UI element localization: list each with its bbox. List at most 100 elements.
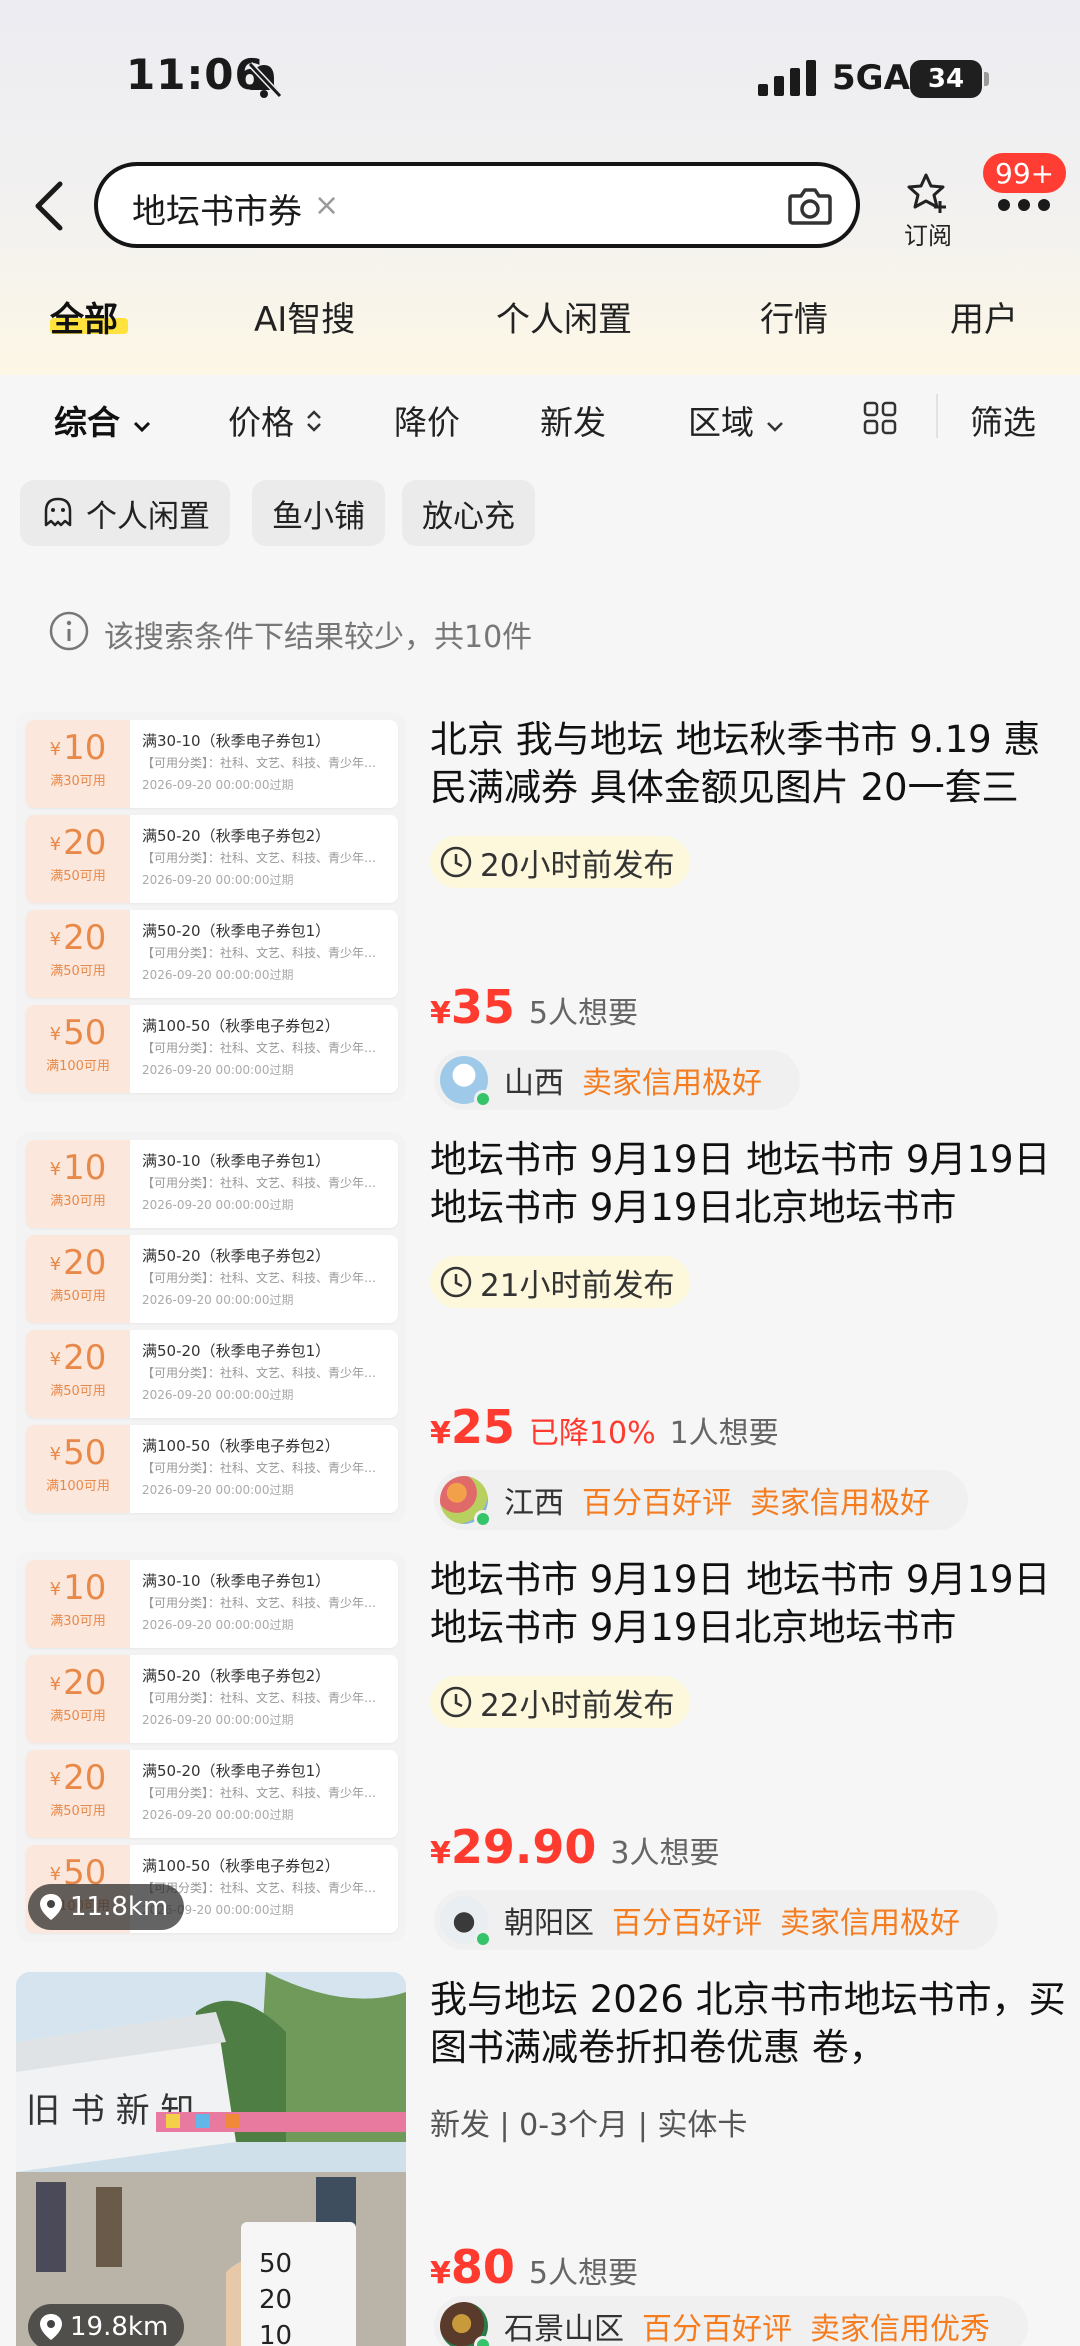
coupon-image: ¥20 满50可用 满50-20（秋季电子券包2） 【可用分类】：社科、文艺、科技… — [26, 1235, 398, 1323]
seller-credit: 卖家信用极好 — [750, 1486, 930, 1521]
price: 35 — [450, 980, 515, 1034]
battery-icon: 34 — [910, 60, 982, 98]
product-title[interactable]: 北京 我与地坛 地坛秋季书市 9.19 惠民满减券 具体金额见图片 20一套三 — [430, 716, 1068, 812]
sort-region-label: 区域 — [688, 403, 754, 442]
avatar — [440, 2302, 492, 2346]
product-thumbnail[interactable]: ¥10 满30可用 满30-10（秋季电子券包1） 【可用分类】：社科、文艺、科技… — [16, 1552, 406, 1942]
publish-time: 22小时前发布 — [430, 1676, 691, 1728]
price-currency: ¥ — [430, 2256, 451, 2291]
seller-info[interactable]: 石景山区 百分百好评 卖家信用优秀 — [434, 2296, 1028, 2346]
seller-rating: 百分百好评 — [642, 2312, 792, 2346]
battery-level: 34 — [927, 64, 965, 94]
product-tags: 新发 | 0-3个月 | 实体卡 — [430, 2108, 748, 2143]
product-card[interactable]: ¥10 满30可用 满30-10（秋季电子券包1） 【可用分类】：社科、文艺、科技… — [0, 712, 1080, 1112]
tab-all[interactable]: 全部 — [50, 292, 118, 341]
tab-personal-idle[interactable]: 个人闲置 — [496, 292, 632, 341]
bell-muted-icon — [247, 61, 283, 99]
seller-credit: 卖家信用优秀 — [810, 2312, 990, 2346]
sort-price-drop[interactable]: 降价 — [394, 396, 460, 444]
clock-icon — [440, 1686, 472, 1718]
product-thumbnail[interactable]: ¥10 满30可用 满30-10（秋季电子券包1） 【可用分类】：社科、文艺、科技… — [16, 1132, 406, 1522]
price: 25 — [450, 1400, 515, 1454]
subscribe-button[interactable]: 订阅 — [888, 170, 968, 250]
chip-safe-recharge[interactable]: 放心充 — [402, 480, 535, 546]
price-currency: ¥ — [430, 996, 451, 1031]
price-line: ¥ 35 5人想要 — [430, 980, 638, 1034]
sort-region[interactable]: 区域 — [688, 396, 785, 444]
product-card[interactable]: ¥10 满30可用 满30-10（秋季电子券包1） 【可用分类】：社科、文艺、科技… — [0, 1552, 1080, 1952]
coupon-image: ¥20 满50可用 满50-20（秋季电子券包1） 【可用分类】：社科、文艺、科技… — [26, 1330, 398, 1418]
publish-time-text: 20小时前发布 — [480, 847, 675, 884]
coupon-image: ¥10 满30可用 满30-10（秋季电子券包1） 【可用分类】：社科、文艺、科技… — [26, 1560, 398, 1648]
chevron-down-icon — [766, 422, 783, 432]
search-input[interactable]: 地坛书市券 × — [94, 162, 860, 248]
wants-count: 5人想要 — [528, 996, 638, 1031]
seller-info[interactable]: 山西 卖家信用极好 — [434, 1050, 800, 1110]
product-thumbnail[interactable]: 旧 书 新 知 50 20 10 19.8km — [16, 1972, 406, 2346]
coupon-image: ¥50满100可用 满100-50（秋季电子券包2） 【可用分类】：社科、文艺、… — [26, 1005, 398, 1093]
filter-button[interactable]: 筛选 — [970, 396, 1036, 444]
tab-users[interactable]: 用户 — [950, 292, 1018, 341]
sort-composite[interactable]: 综合 — [54, 396, 152, 444]
message-badge: 99+ — [980, 150, 1070, 196]
battery-tip — [984, 72, 989, 86]
seller-credit: 卖家信用极好 — [582, 1066, 762, 1101]
price: 80 — [450, 2240, 515, 2294]
photo-coupon-value: 50 — [259, 2249, 292, 2279]
product-card[interactable]: ¥10 满30可用 满30-10（秋季电子券包1） 【可用分类】：社科、文艺、科技… — [0, 1132, 1080, 1532]
tab-market[interactable]: 行情 — [760, 292, 828, 341]
seller-credit: 卖家信用极好 — [780, 1906, 960, 1941]
grid-view-icon[interactable] — [862, 400, 898, 436]
sort-new[interactable]: 新发 — [540, 396, 606, 444]
chip-label: 个人闲置 — [86, 498, 210, 535]
camera-icon[interactable] — [786, 182, 834, 230]
coupon-image: ¥10 满30可用 满30-10（秋季电子券包1） 【可用分类】：社科、文艺、科技… — [26, 720, 398, 808]
coupon-image: ¥50满100可用 满100-50（秋季电子券包2） 【可用分类】：社科、文艺、… — [26, 1425, 398, 1513]
price: 29.90 — [450, 1820, 597, 1874]
photo-coupon-value: 10 — [259, 2321, 292, 2346]
seller-rating: 百分百好评 — [582, 1486, 732, 1521]
signal-icon — [758, 60, 816, 96]
location-pin-icon — [40, 2314, 62, 2340]
avatar — [440, 1056, 492, 1108]
coupon-image: ¥20 满50可用 满50-20（秋季电子券包1） 【可用分类】：社科、文艺、科技… — [26, 910, 398, 998]
sort-updown-icon — [306, 410, 321, 432]
divider — [936, 394, 938, 438]
price-drop-label: 已降10% — [528, 1416, 656, 1451]
result-notice: 该搜索条件下结果较少，共10件 — [104, 620, 533, 655]
publish-time: 20小时前发布 — [430, 836, 691, 888]
tab-ai-search[interactable]: AI智搜 — [254, 292, 355, 341]
book-fair-photo: 旧 书 新 知 50 20 10 — [16, 1972, 406, 2346]
coupon-image: ¥10 满30可用 满30-10（秋季电子券包1） 【可用分类】：社科、文艺、科技… — [26, 1140, 398, 1228]
seller-info[interactable]: 江西 百分百好评 卖家信用极好 — [434, 1470, 968, 1530]
product-card[interactable]: 旧 书 新 知 50 20 10 19.8km 我与地坛 2026 北京书市地坛… — [0, 1972, 1080, 2346]
price-line: ¥ 25 已降10% 1人想要 — [430, 1400, 779, 1454]
distance-badge: 19.8km — [28, 2304, 185, 2346]
star-plus-icon — [907, 173, 946, 213]
subscribe-label: 订阅 — [904, 222, 952, 250]
product-thumbnail[interactable]: ¥10 满30可用 满30-10（秋季电子券包1） 【可用分类】：社科、文艺、科技… — [16, 712, 406, 1102]
sort-price[interactable]: 价格 — [228, 396, 323, 444]
price-line: ¥ 80 5人想要 — [430, 2240, 638, 2294]
product-title[interactable]: 地坛书市 9月19日 地坛书市 9月19日地坛书市 9月19日北京地坛书市 — [430, 1556, 1068, 1652]
photo-coupon-value: 20 — [259, 2285, 292, 2315]
back-icon[interactable] — [30, 178, 70, 234]
coupon-image: ¥20 满50可用 满50-20（秋季电子券包2） 【可用分类】：社科、文艺、科技… — [26, 815, 398, 903]
chip-fish-shop[interactable]: 鱼小铺 — [252, 480, 385, 546]
clock-icon — [440, 846, 472, 878]
publish-time-text: 21小时前发布 — [480, 1267, 675, 1304]
sort-composite-label: 综合 — [54, 403, 120, 442]
seller-region: 朝阳区 — [504, 1906, 594, 1941]
clear-icon[interactable]: × — [314, 188, 339, 223]
seller-region: 江西 — [504, 1486, 564, 1521]
wants-count: 5人想要 — [528, 2256, 638, 2291]
product-title[interactable]: 地坛书市 9月19日 地坛书市 9月19日地坛书市 9月19日北京地坛书市 — [430, 1136, 1068, 1232]
search-query: 地坛书市券 — [132, 192, 302, 232]
product-title[interactable]: 我与地坛 2026 北京书市地坛书市，买图书满减卷折扣卷优惠 卷， — [430, 1976, 1068, 2072]
seller-region: 石景山区 — [504, 2312, 624, 2346]
seller-info[interactable]: 朝阳区 百分百好评 卖家信用极好 — [434, 1890, 998, 1950]
avatar — [440, 1896, 492, 1948]
wants-count: 1人想要 — [669, 1416, 779, 1451]
chip-personal-idle[interactable]: 个人闲置 — [20, 480, 230, 546]
price-currency: ¥ — [430, 1416, 451, 1451]
